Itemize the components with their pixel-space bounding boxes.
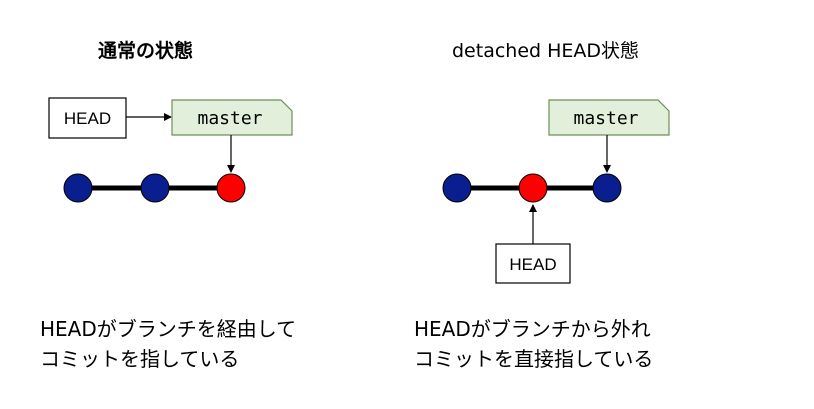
left-caption-line1: HEADがブランチを経由して <box>40 317 296 341</box>
left-branch-label: master <box>197 108 262 129</box>
right-caption-line1: HEADがブランチから外れ <box>414 317 651 341</box>
left-head-label: HEAD <box>64 109 111 128</box>
left-panel-title: 通常の状態 <box>98 39 193 62</box>
left-panel: 通常の状態 HEAD master HEADがブランチを経由して コミットを指し… <box>40 39 296 371</box>
left-commit-1 <box>63 173 93 203</box>
right-panel-title: detached HEAD状態 <box>452 40 639 62</box>
right-branch-label: master <box>573 108 638 129</box>
right-caption-line2: コミットを直接指している <box>414 347 653 371</box>
right-commit-3 <box>592 173 622 203</box>
left-commit-2 <box>140 173 170 203</box>
right-head-label: HEAD <box>509 255 556 274</box>
left-commit-3-head <box>216 173 246 203</box>
left-caption-line2: コミットを指している <box>40 347 239 371</box>
diagram-canvas: 通常の状態 HEAD master HEADがブランチを経由して コミットを指し… <box>40 39 670 371</box>
right-commit-2-head <box>518 173 548 203</box>
git-head-diagram: 通常の状態 HEAD master HEADがブランチを経由して コミットを指し… <box>0 0 814 409</box>
right-commit-1 <box>442 173 472 203</box>
right-panel: detached HEAD状態 master HEAD HEADがブランチから外… <box>414 40 670 371</box>
